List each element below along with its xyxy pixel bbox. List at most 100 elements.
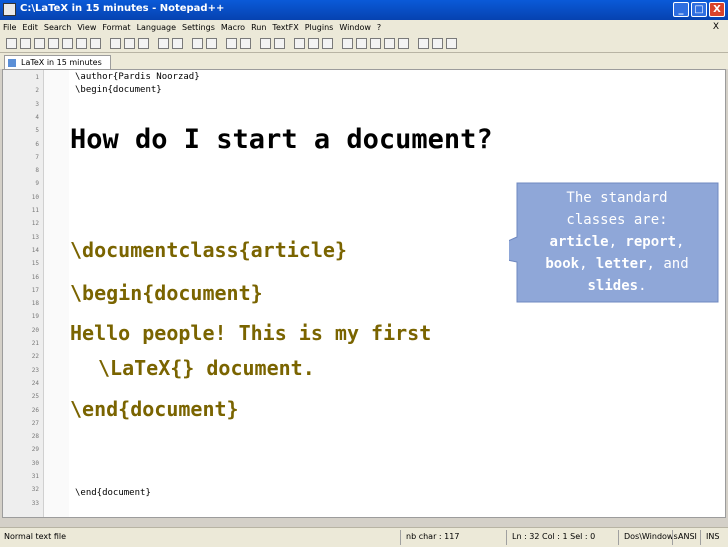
close-button[interactable]: X: [709, 2, 725, 17]
line-number: 10: [31, 193, 39, 201]
line-number: 30: [31, 459, 39, 467]
line-number: 9: [35, 180, 39, 188]
line-number: 23: [31, 366, 39, 374]
close-document-button[interactable]: X: [710, 20, 722, 35]
line-number: 22: [31, 353, 39, 361]
line-number: 1: [35, 74, 39, 81]
tab-label: LaTeX in 15 minutes: [21, 58, 102, 67]
settings-icon[interactable]: [446, 38, 457, 49]
folder-icon[interactable]: [432, 38, 443, 49]
latex-document-line: \LaTeX{} document.: [98, 356, 315, 380]
status-encoding: ANSI: [678, 532, 697, 541]
close-all-icon[interactable]: [76, 38, 87, 49]
save-icon[interactable]: [34, 38, 45, 49]
sync-horizontal-icon[interactable]: [274, 38, 285, 49]
copy-icon[interactable]: [124, 38, 135, 49]
window-title: C:\LaTeX in 15 minutes - Notepad++: [20, 3, 225, 14]
status-insert-mode: INS: [706, 532, 720, 541]
save-macro-icon[interactable]: [398, 38, 409, 49]
class-letter: letter: [595, 256, 647, 272]
zoom-in-icon[interactable]: [226, 38, 237, 49]
tab-bar: LaTeX in 15 minutes: [0, 53, 728, 69]
status-filetype: Normal text file: [4, 532, 67, 541]
tab-latex-in-15-minutes[interactable]: LaTeX in 15 minutes: [4, 55, 111, 69]
callout-and: and: [663, 256, 689, 272]
callout-line-3: article, report,: [517, 231, 717, 253]
line-number: 2: [35, 87, 39, 95]
minimize-button[interactable]: _: [673, 2, 689, 17]
print-icon[interactable]: [90, 38, 101, 49]
code-line-32: \end{document}: [75, 488, 151, 498]
line-number: 14: [31, 246, 39, 254]
menu-search[interactable]: Search: [41, 20, 74, 35]
hello-line: Hello people! This is my first: [70, 321, 432, 345]
playback-icon[interactable]: [370, 38, 381, 49]
find-icon[interactable]: [192, 38, 203, 49]
menu-macro[interactable]: Macro: [218, 20, 248, 35]
line-number: 12: [31, 220, 39, 228]
menu-plugins[interactable]: Plugins: [302, 20, 337, 35]
menu-edit[interactable]: Edit: [19, 20, 41, 35]
paste-icon[interactable]: [138, 38, 149, 49]
show-all-characters-icon[interactable]: [308, 38, 319, 49]
code-line-1: \author{Pardis Noorzad}: [75, 72, 200, 82]
open-file-icon[interactable]: [20, 38, 31, 49]
line-number: 29: [31, 446, 39, 454]
menu-settings[interactable]: Settings: [179, 20, 218, 35]
status-char-count: nb char : 117: [406, 532, 460, 541]
new-file-icon[interactable]: [6, 38, 17, 49]
maximize-button[interactable]: □: [691, 2, 707, 17]
line-number: 32: [31, 486, 39, 494]
run-macro-multiple-icon[interactable]: [384, 38, 395, 49]
plugin-icon[interactable]: [418, 38, 429, 49]
class-report: report: [625, 234, 676, 250]
callout-comma: ,: [579, 256, 596, 272]
line-number: 3: [35, 100, 39, 108]
menu-bar: File Edit Search View Format Language Settings…: [0, 20, 728, 35]
status-separator: [618, 530, 619, 545]
replace-icon[interactable]: [206, 38, 217, 49]
save-all-icon[interactable]: [48, 38, 59, 49]
line-number: 24: [31, 379, 39, 387]
menu-file[interactable]: File: [0, 20, 19, 35]
callout-comma: ,: [646, 256, 664, 272]
line-number: 11: [31, 207, 39, 214]
line-number: 16: [31, 273, 39, 281]
sync-vertical-icon[interactable]: [260, 38, 271, 49]
menu-language[interactable]: Language: [134, 20, 179, 35]
stop-recording-icon[interactable]: [356, 38, 367, 49]
indent-guide-icon[interactable]: [322, 38, 333, 49]
menu-window[interactable]: Window: [336, 20, 374, 35]
documentclass-line: \documentclass{article}: [70, 238, 347, 262]
zoom-out-icon[interactable]: [240, 38, 251, 49]
callout-text: The standard classes are: article, repor…: [517, 187, 717, 297]
menu-run[interactable]: Run: [248, 20, 269, 35]
line-number: 5: [35, 127, 39, 135]
callout-comma: ,: [608, 234, 626, 250]
status-separator: [672, 530, 673, 545]
redo-icon[interactable]: [172, 38, 183, 49]
class-slides: slides: [587, 278, 639, 294]
word-wrap-icon[interactable]: [294, 38, 305, 49]
toolbar: [0, 35, 728, 53]
slide-heading: How do I start a document?: [70, 124, 493, 155]
menu-view[interactable]: View: [74, 20, 99, 35]
line-number: 28: [31, 433, 39, 441]
undo-icon[interactable]: [158, 38, 169, 49]
begin-document-line: \begin{document}: [70, 281, 263, 305]
cut-icon[interactable]: [110, 38, 121, 49]
start-recording-icon[interactable]: [342, 38, 353, 49]
line-number: 6: [35, 140, 39, 148]
line-number: 27: [31, 419, 39, 427]
menu-help[interactable]: ?: [374, 20, 384, 35]
callout-comma: ,: [676, 234, 685, 250]
callout-line-5: slides.: [517, 275, 717, 297]
callout-line-1: The standard: [566, 190, 668, 206]
line-number: 19: [31, 313, 39, 321]
close-file-icon[interactable]: [62, 38, 73, 49]
code-line-2: \begin{document}: [75, 85, 162, 95]
menu-format[interactable]: Format: [99, 20, 133, 35]
class-article: article: [549, 234, 609, 250]
menu-textfx[interactable]: TextFX: [269, 20, 301, 35]
notepadpp-icon: [3, 3, 16, 16]
